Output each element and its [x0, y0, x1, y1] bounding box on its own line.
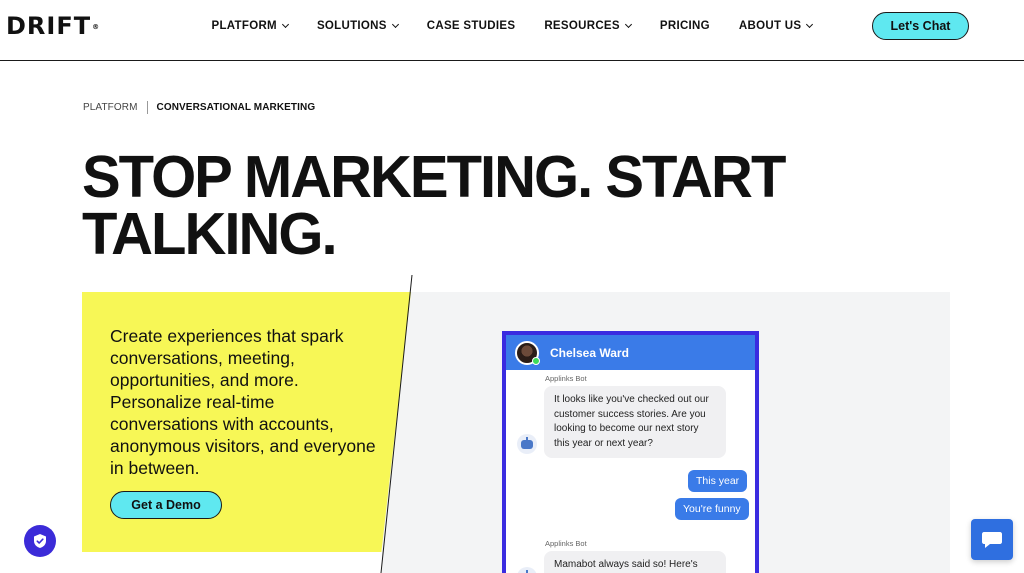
chevron-down-icon: [806, 20, 814, 28]
privacy-shield-button[interactable]: [24, 525, 56, 557]
main-menu: PLATFORM SOLUTIONS CASE STUDIES RESOURCE…: [197, 0, 827, 52]
agent-name: Chelsea Ward: [550, 345, 629, 360]
chat-preview-window: Chelsea Ward Applinks Bot It looks like …: [502, 331, 759, 573]
logo-text: DRIFT: [6, 12, 92, 40]
chat-header: Chelsea Ward: [506, 335, 755, 370]
reply-option-youre-funny[interactable]: You're funny: [675, 498, 749, 520]
online-status-icon: [532, 356, 540, 365]
breadcrumb: PLATFORM CONVERSATIONAL MARKETING: [83, 101, 315, 114]
agent-avatar: [515, 340, 540, 365]
bot-message: It looks like you've checked out our cus…: [544, 386, 726, 458]
nav-item-about-us[interactable]: ABOUT US: [738, 20, 814, 32]
logo-registered-mark: ®: [92, 23, 101, 31]
lets-chat-button[interactable]: Let's Chat: [872, 12, 969, 40]
shield-check-icon: [34, 534, 46, 548]
nav-label: PLATFORM: [211, 20, 277, 32]
nav-label: PRICING: [659, 20, 710, 32]
chevron-down-icon: [624, 20, 632, 28]
nav-item-case-studies[interactable]: CASE STUDIES: [427, 20, 516, 32]
reply-option-this-year[interactable]: This year: [688, 470, 748, 492]
nav-item-solutions[interactable]: SOLUTIONS: [316, 20, 399, 32]
breadcrumb-current: CONVERSATIONAL MARKETING: [156, 102, 316, 113]
chevron-down-icon: [391, 20, 399, 28]
nav-item-resources[interactable]: RESOURCES: [544, 20, 632, 32]
nav-label: CASE STUDIES: [426, 20, 516, 32]
breadcrumb-divider: [146, 101, 148, 114]
page-title: STOP MARKETING. START TALKING.: [82, 147, 882, 263]
top-nav: DRIFT® PLATFORM SOLUTIONS CASE STUDIES R…: [0, 0, 1024, 61]
get-demo-button[interactable]: Get a Demo: [110, 491, 222, 519]
nav-item-platform[interactable]: PLATFORM: [211, 20, 289, 32]
chat-launcher-button[interactable]: [971, 519, 1013, 560]
chat-bubble-icon: [982, 531, 1002, 548]
nav-label: RESOURCES: [544, 20, 620, 32]
title-line-2: TALKING.: [82, 200, 338, 268]
robot-icon: [517, 434, 537, 454]
bot-label: Applinks Bot: [545, 374, 587, 383]
intro-text: Create experiences that spark conversati…: [110, 326, 376, 478]
drift-logo[interactable]: DRIFT®: [6, 14, 100, 38]
bot-message: Mamabot always said so! Here's: [544, 551, 726, 573]
chevron-down-icon: [281, 20, 289, 28]
breadcrumb-platform-link[interactable]: PLATFORM: [83, 102, 138, 113]
nav-label: SOLUTIONS: [316, 20, 387, 32]
nav-label: ABOUT US: [738, 20, 802, 32]
nav-item-pricing[interactable]: PRICING: [660, 20, 710, 32]
bot-label: Applinks Bot: [545, 539, 587, 548]
robot-icon: [517, 567, 537, 573]
